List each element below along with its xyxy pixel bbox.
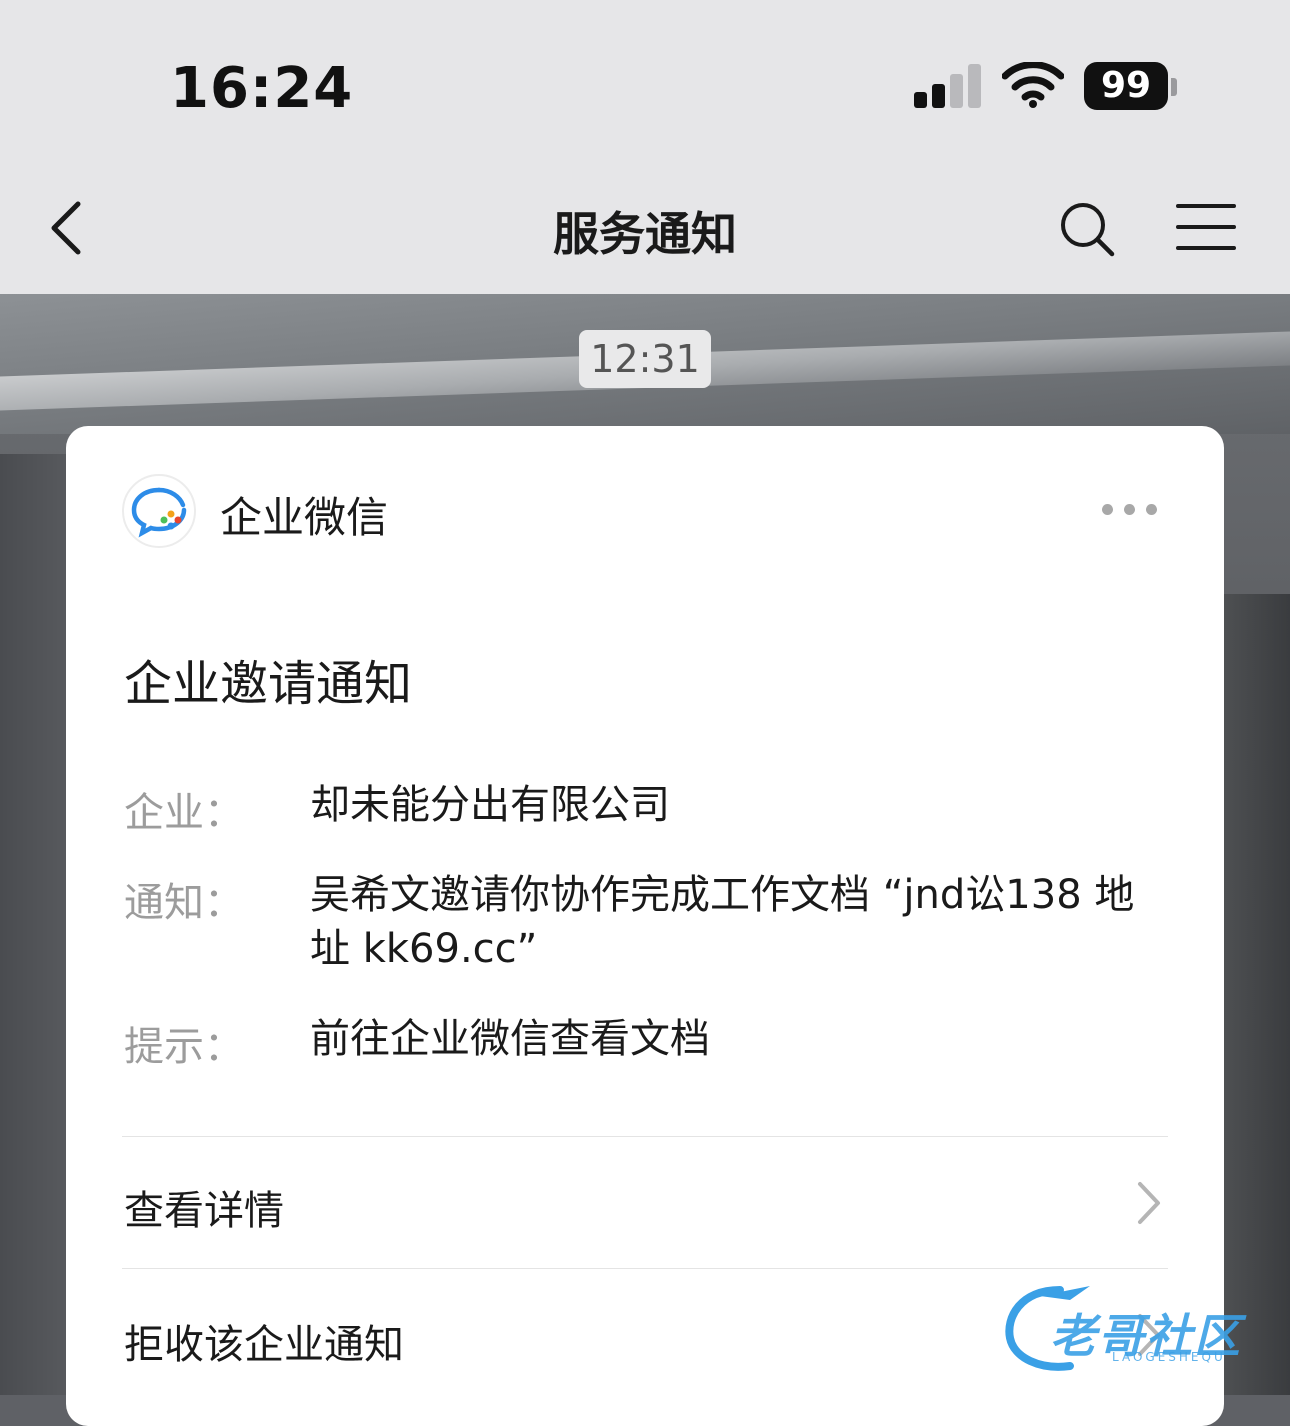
more-options-icon[interactable]: [1102, 500, 1160, 518]
status-time: 16:24: [170, 56, 354, 121]
wifi-icon: [1002, 62, 1064, 108]
field-value-company: 却未能分出有限公司: [310, 782, 670, 828]
top-bar: 16:24 99 服务通知: [0, 0, 1290, 294]
message-timestamp: 12:31: [579, 330, 711, 388]
battery-cap: [1171, 78, 1177, 96]
field-value-hint: 前往企业微信查看文档: [310, 1016, 710, 1062]
app-name: 企业微信: [220, 493, 389, 542]
reject-notifications-link[interactable]: 拒收该企业通知: [124, 1312, 404, 1370]
chevron-right-icon: [1138, 1182, 1160, 1224]
search-icon[interactable]: [1058, 200, 1116, 258]
cellular-signal-icon: [914, 64, 984, 108]
notification-card: 企业微信 企业邀请通知 企业： 却未能分出有限公司 通知： 吴希文邀请你协作完成…: [66, 426, 1224, 1426]
notification-title: 企业邀请通知: [124, 656, 413, 712]
divider: [122, 1268, 1168, 1269]
battery-indicator: 99: [1084, 62, 1168, 110]
watermark-subtext: LAOGESHEQU: [1112, 1350, 1226, 1364]
menu-icon[interactable]: [1176, 202, 1236, 252]
field-value-notice: 吴希文邀请你协作完成工作文档 “jnd讼138 地址 kk69.cc”: [310, 872, 1135, 972]
field-label-hint: 提示：: [124, 1024, 244, 1070]
view-details-link[interactable]: 查看详情: [124, 1178, 284, 1236]
wecom-logo-icon: [122, 474, 196, 548]
field-label-notice: 通知：: [124, 880, 244, 926]
divider: [122, 1136, 1168, 1137]
field-label-company: 企业：: [124, 790, 244, 836]
